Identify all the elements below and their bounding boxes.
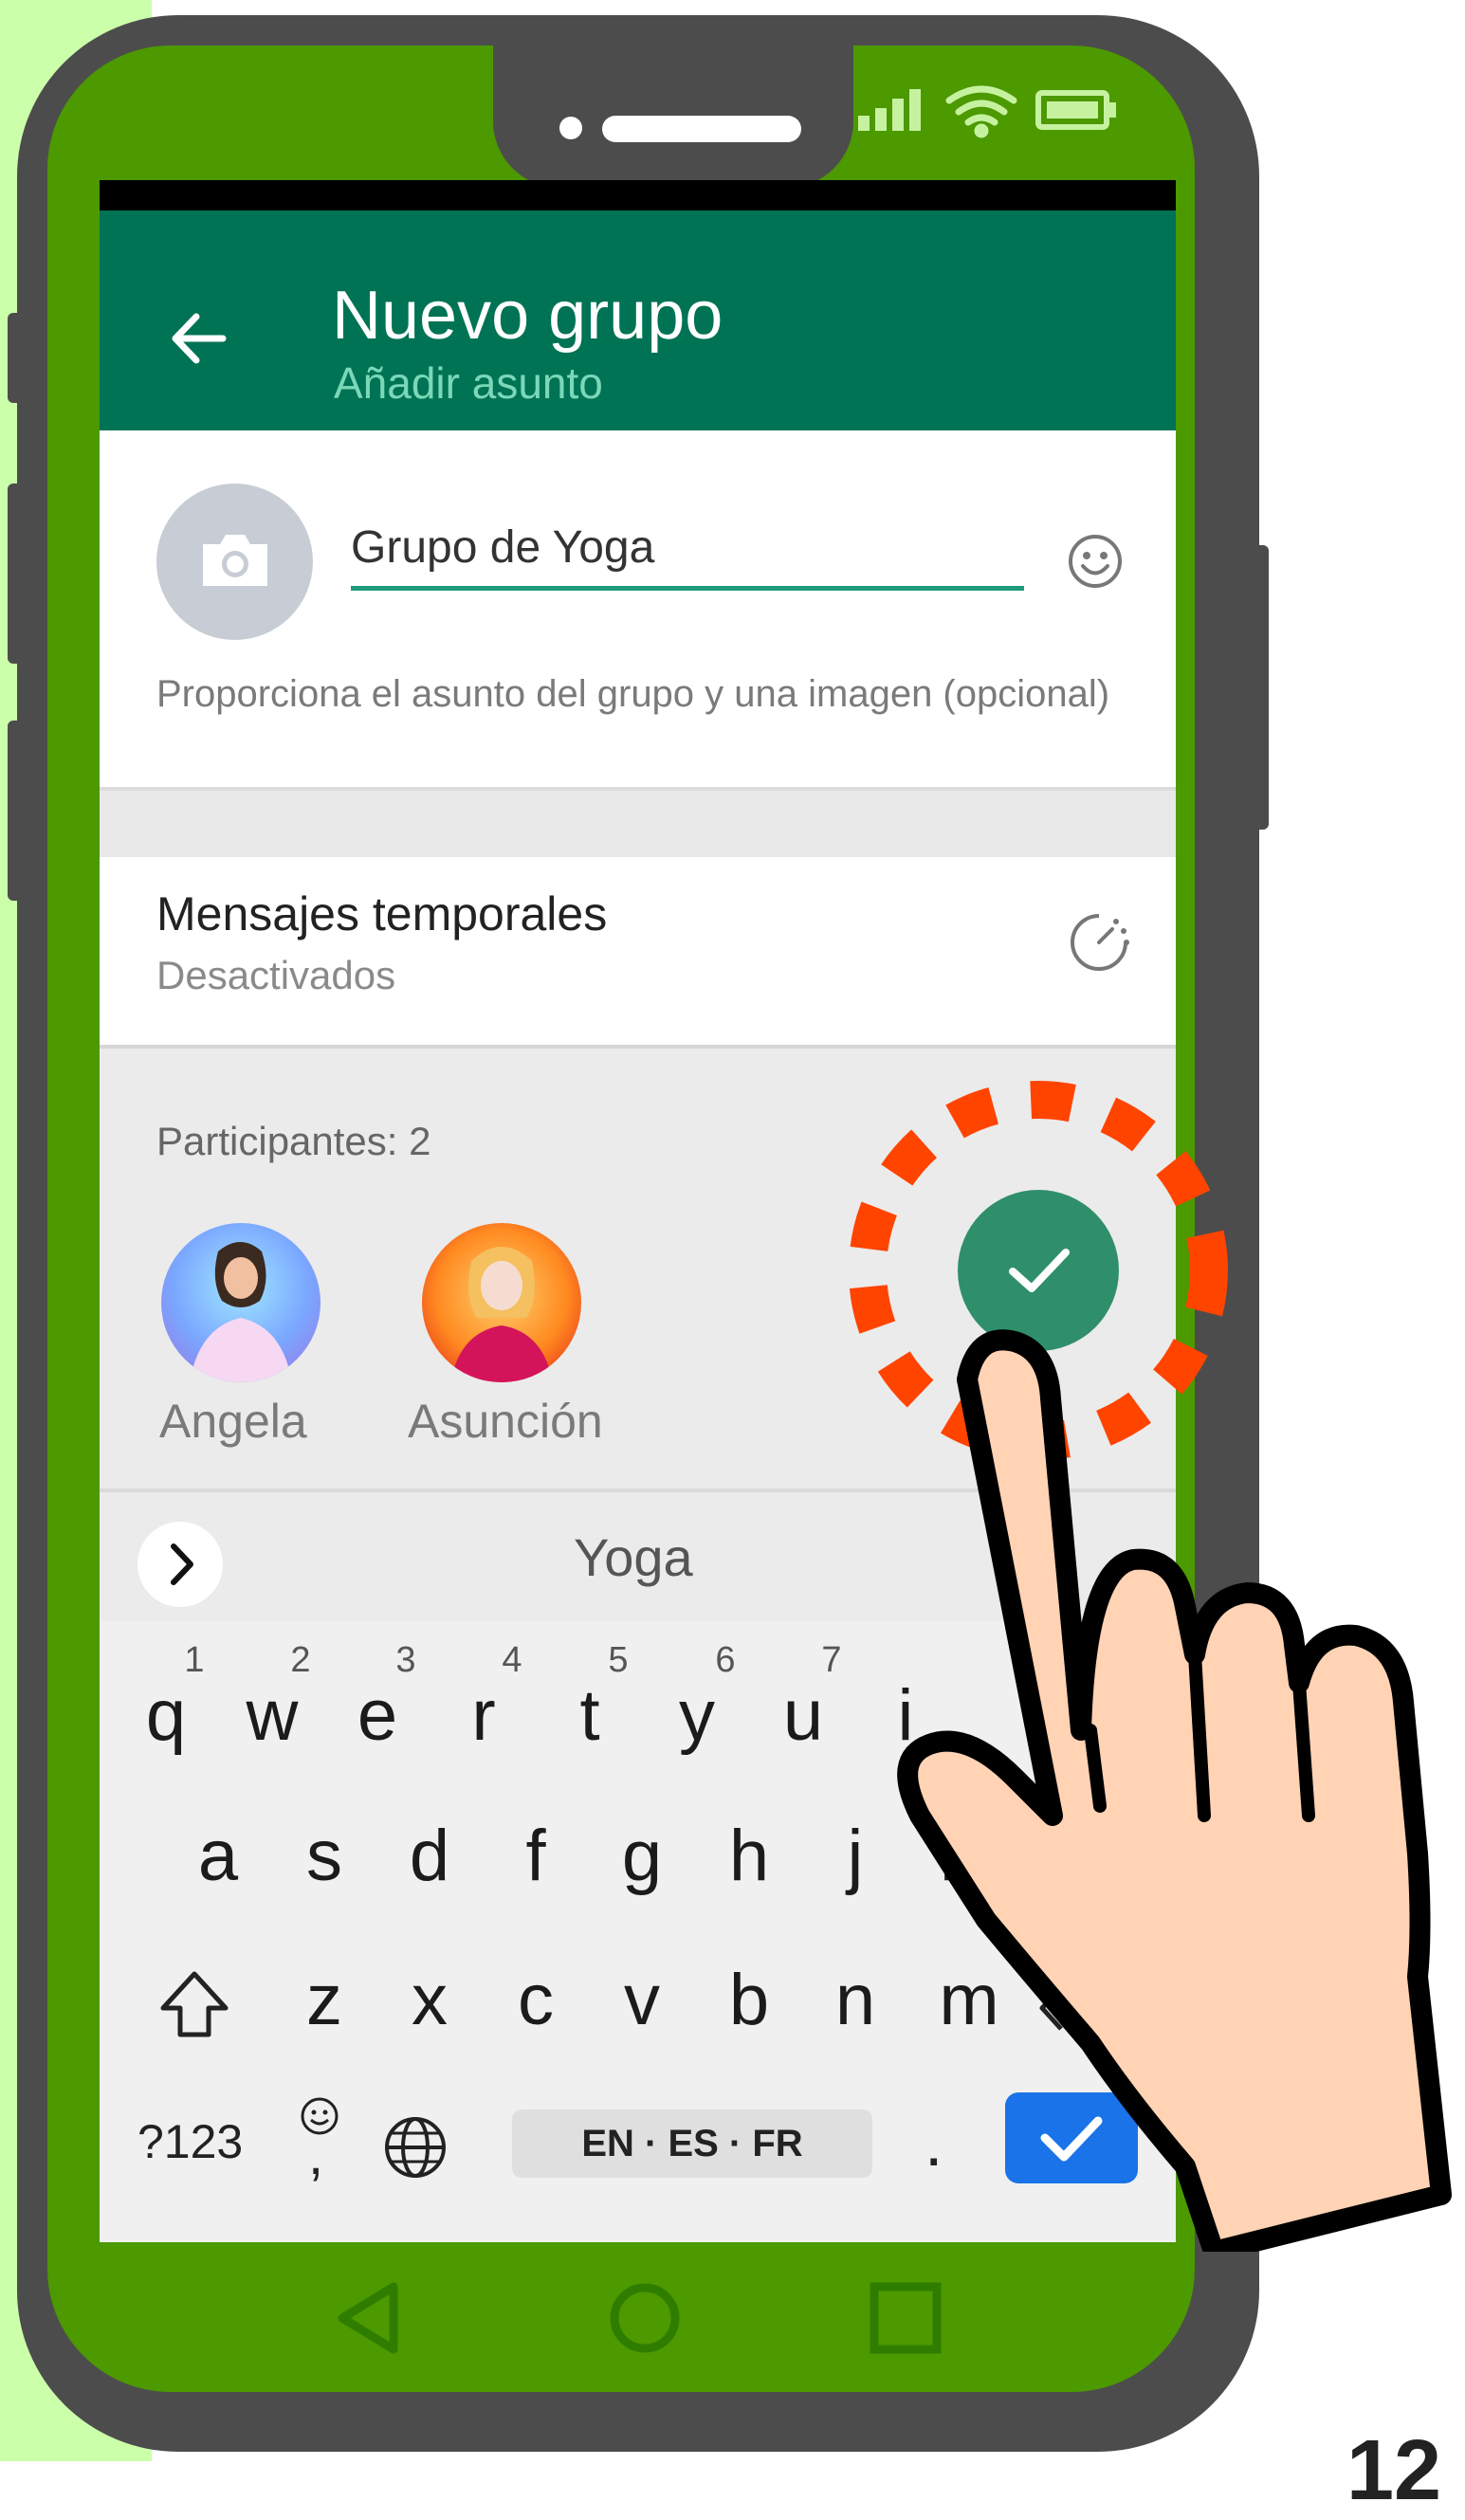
key-v[interactable]: v <box>604 1964 680 2036</box>
android-nav-bar <box>100 2242 1176 2394</box>
key-r[interactable]: r <box>446 1680 522 1752</box>
asuncion-avatar-illustration <box>450 1247 553 1382</box>
status-bar-area <box>100 180 1176 210</box>
back-triangle-icon[interactable] <box>327 2275 412 2361</box>
status-icons <box>858 85 1116 138</box>
timer-icon <box>1071 914 1129 971</box>
home-circle-icon[interactable] <box>602 2275 687 2361</box>
emoji-icon[interactable] <box>1067 533 1124 590</box>
subject-hint: Proporciona el asunto del grupo y una im… <box>156 673 1110 715</box>
participants-count: Participantes: 2 <box>156 1119 431 1163</box>
phone-volume-down-button <box>8 721 27 901</box>
pointing-hand-icon <box>897 1329 1452 2252</box>
temporary-messages-title: Mensajes temporales <box>156 887 608 940</box>
key-hint-number: 4 <box>502 1640 522 1680</box>
temporary-messages-status: Desactivados <box>156 953 396 997</box>
camera-icon <box>203 535 267 586</box>
avatar[interactable] <box>161 1223 320 1382</box>
key-t[interactable]: t <box>552 1680 628 1752</box>
signal-icon <box>858 89 921 131</box>
avatar[interactable] <box>422 1223 581 1382</box>
phone-notch <box>493 46 853 188</box>
key-hint-number: 5 <box>608 1640 629 1680</box>
app-bar: Nuevo grupo Añadir asunto <box>100 210 1176 430</box>
group-subject-input[interactable]: Grupo de Yoga <box>351 521 1024 591</box>
participant-name: Asunción <box>408 1395 603 1448</box>
phone-volume-up-button <box>8 484 27 664</box>
key-c[interactable]: c <box>498 1964 574 2036</box>
key-q[interactable]: q <box>128 1680 204 1752</box>
chevron-right-icon <box>171 1543 193 1585</box>
speaker-grille <box>602 116 801 142</box>
page-title: Nuevo grupo <box>332 278 723 354</box>
globe-icon[interactable] <box>382 2114 449 2181</box>
phone-power-button <box>1250 545 1269 830</box>
key-h[interactable]: h <box>711 1820 787 1892</box>
key-b[interactable]: b <box>711 1964 787 2036</box>
suggestion-word[interactable]: Yoga <box>574 1526 693 1588</box>
temporary-messages-row[interactable] <box>100 853 1176 1043</box>
camera-dot <box>559 117 582 139</box>
key-x[interactable]: x <box>392 1964 467 2036</box>
battery-icon <box>1035 90 1116 130</box>
key-j[interactable]: j <box>817 1820 893 1892</box>
key-g[interactable]: g <box>604 1820 680 1892</box>
symbols-key[interactable]: ?123 <box>137 2114 243 2169</box>
keyboard-expand-button[interactable] <box>137 1522 223 1607</box>
section-divider <box>100 787 1176 857</box>
group-photo-button[interactable] <box>156 484 313 640</box>
key-f[interactable]: f <box>498 1820 574 1892</box>
wifi-icon <box>945 85 1017 138</box>
page-subtitle: Añadir asunto <box>334 358 603 408</box>
key-u[interactable]: u <box>765 1680 841 1752</box>
recents-square-icon[interactable] <box>863 2275 948 2361</box>
key-e[interactable]: e <box>339 1680 415 1752</box>
key-d[interactable]: d <box>392 1820 467 1892</box>
page-number: 12 <box>1346 2423 1442 2518</box>
key-w[interactable]: w <box>234 1680 310 1752</box>
angela-avatar-illustration <box>190 1242 292 1382</box>
shift-icon[interactable] <box>152 1963 237 2048</box>
key-s[interactable]: s <box>286 1820 362 1892</box>
comma-key[interactable]: , <box>308 2124 323 2187</box>
key-z[interactable]: z <box>286 1964 362 2036</box>
key-a[interactable]: a <box>180 1820 256 1892</box>
participant-name: Angela <box>159 1395 307 1448</box>
phone-side-button <box>8 313 27 403</box>
key-n[interactable]: n <box>817 1964 893 2036</box>
key-y[interactable]: y <box>659 1680 735 1752</box>
back-arrow-icon[interactable] <box>166 305 232 372</box>
space-bar[interactable]: EN · ES · FR <box>512 2109 872 2178</box>
